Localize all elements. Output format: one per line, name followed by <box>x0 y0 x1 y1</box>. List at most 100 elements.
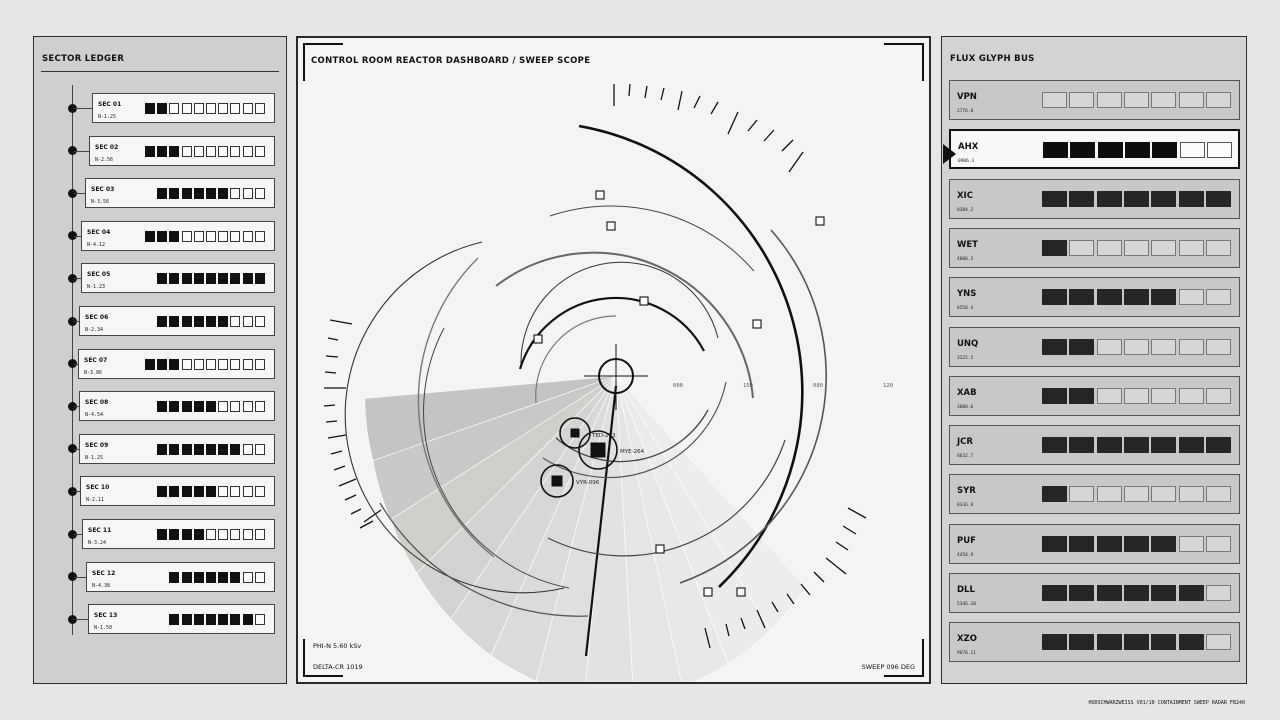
flux-row[interactable]: UNQ 3225.5 <box>949 326 1240 367</box>
sector-level-cell <box>230 316 241 327</box>
sector-card[interactable]: SEC 04 N-4.12 <box>81 220 275 251</box>
sector-card[interactable]: SEC 13 N-1.50 <box>88 604 275 635</box>
sweep-scope-panel: CONTROL ROOM REACTOR DASHBOARD / SWEEP S… <box>296 36 931 684</box>
sector-level-cell <box>206 358 216 370</box>
tick-mark <box>344 494 357 501</box>
sector-level-cell <box>230 358 241 370</box>
flux-level-cell <box>1205 239 1231 256</box>
readout-sweep: SWEEP 096 DEG <box>861 663 915 671</box>
flux-level-cell <box>1178 585 1204 601</box>
sector-card[interactable]: SEC 02 N-2.56 <box>89 135 275 166</box>
flux-level-cell <box>1069 239 1095 256</box>
flux-value: 3225.5 <box>957 355 974 361</box>
sector-level-cell <box>218 188 229 200</box>
sector-level-cell <box>193 614 204 626</box>
sector-card[interactable]: SEC 11 N-3.24 <box>82 519 275 549</box>
sector-card[interactable]: SEC 07 N-3.86 <box>78 348 275 379</box>
flux-row[interactable]: DLL 5346.10 <box>949 573 1240 613</box>
sector-card[interactable]: SEC 03 N-3.56 <box>85 178 275 209</box>
flux-level-cell <box>1096 634 1122 651</box>
sector-card[interactable]: SEC 10 N-2.11 <box>80 476 275 507</box>
tick-mark <box>781 139 794 152</box>
tick-mark <box>710 101 719 115</box>
flux-value: 8336.8 <box>957 503 974 509</box>
tick-mark <box>813 571 825 583</box>
flux-row[interactable]: WET 4886.3 <box>949 227 1240 268</box>
flux-row[interactable]: XIC 8384.2 <box>949 178 1240 219</box>
flux-level-cell <box>1206 142 1232 159</box>
flux-level-cell <box>1151 634 1177 651</box>
tick-mark <box>330 450 343 455</box>
flux-row[interactable]: SYR 8336.8 <box>949 474 1240 515</box>
flux-row[interactable]: YNS 8558.4 <box>949 277 1240 318</box>
flux-row[interactable]: VPN 2776.8 <box>949 80 1240 120</box>
flux-level-cell <box>1179 142 1205 159</box>
flux-level-cell <box>1096 585 1122 601</box>
sector-level-cell <box>230 529 241 540</box>
sector-card[interactable]: SEC 06 N-2.34 <box>79 306 275 336</box>
flux-level-cell <box>1042 190 1067 207</box>
flux-row[interactable]: XAB 3080.6 <box>949 375 1240 416</box>
sector-level-cell <box>242 443 253 455</box>
flux-name: XAB <box>957 387 977 398</box>
flux-value: 8384.2 <box>957 207 974 213</box>
sector-level-cell <box>206 529 216 540</box>
flux-level-cell <box>1042 437 1067 454</box>
sector-value: N-4.54 <box>85 412 104 419</box>
flux-level-cell <box>1096 190 1122 207</box>
sector-level-cell <box>206 571 216 583</box>
sector-card[interactable]: SEC 12 N-4.38 <box>86 561 275 592</box>
active-row-pointer-icon <box>943 144 956 164</box>
flux-row[interactable]: JCR 8632.7 <box>949 425 1240 466</box>
sector-level-cell <box>157 401 168 413</box>
sector-level-cell <box>193 529 204 540</box>
sector-card[interactable]: SEC 08 N-4.54 <box>79 391 275 422</box>
flux-row[interactable]: PUF 4456.9 <box>949 523 1240 564</box>
sector-level-cell <box>242 103 253 114</box>
sector-value: N-1.50 <box>94 625 113 632</box>
range-label: 000 <box>673 383 683 389</box>
tick-mark <box>323 404 336 407</box>
sector-level-cell <box>230 401 241 413</box>
flux-level-cell <box>1042 338 1067 355</box>
sector-level-cell <box>242 316 253 327</box>
sector-level-cell <box>145 103 155 114</box>
sector-level-cell <box>254 273 265 285</box>
radar-scope[interactable]: 000 150 080 120 TED-203MYE-264VYR-096 <box>298 38 929 682</box>
sector-level-cell <box>145 145 155 157</box>
flux-row[interactable]: AHX 0906.1 <box>949 129 1240 170</box>
divider <box>41 71 279 72</box>
flux-name: XZO <box>957 634 977 645</box>
sector-level-cell <box>254 401 265 413</box>
tick-mark <box>825 557 847 575</box>
sector-level-cell <box>181 443 192 455</box>
sector-level-cell <box>254 443 265 455</box>
sector-level-cell <box>230 614 241 626</box>
flux-level-cell <box>1123 289 1149 306</box>
sector-card[interactable]: SEC 05 N-1.23 <box>81 263 275 294</box>
sector-level-cell <box>218 145 229 157</box>
flux-level-cell <box>1123 634 1149 651</box>
sector-level-cell <box>254 529 265 540</box>
sector-card[interactable]: SEC 01 N-1.25 <box>92 93 275 123</box>
sector-level-cell <box>218 443 229 455</box>
flux-level-cell <box>1151 585 1177 601</box>
contact-blip <box>590 442 606 458</box>
sector-link <box>74 534 82 535</box>
flux-level-cell <box>1205 535 1231 552</box>
flux-level-cell <box>1096 289 1122 306</box>
sector-level-cell <box>193 273 204 285</box>
flux-level-cell <box>1042 92 1067 108</box>
flux-level-cell <box>1151 92 1177 108</box>
flux-row[interactable]: XZO 9676.11 <box>949 622 1240 663</box>
sector-card[interactable]: SEC 09 N-1.25 <box>79 433 275 464</box>
sector-level-cell <box>218 230 229 242</box>
sector-level-cell <box>193 443 204 455</box>
flux-level-cell <box>1123 486 1149 503</box>
sector-level-cell <box>193 316 204 327</box>
sector-level-cell <box>218 103 229 114</box>
sector-level-cell <box>193 358 204 370</box>
flux-level-cell <box>1123 190 1149 207</box>
flux-level-cell <box>1151 289 1177 306</box>
sector-level-cell <box>230 103 241 114</box>
